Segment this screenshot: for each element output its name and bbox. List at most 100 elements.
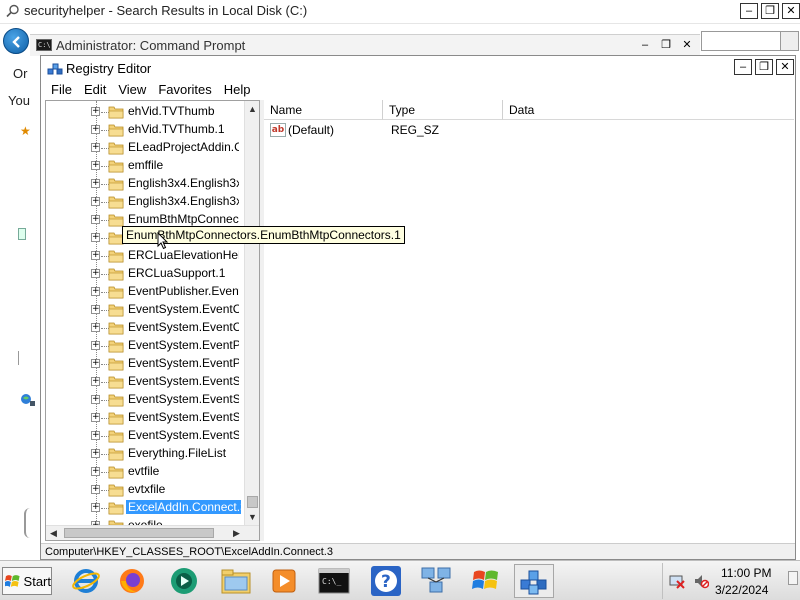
expand-plus-icon[interactable]: + bbox=[91, 413, 100, 422]
tree-item[interactable]: + emffile bbox=[46, 157, 241, 175]
menu-view[interactable]: View bbox=[112, 80, 152, 100]
document-icon bbox=[18, 228, 26, 240]
menu-file[interactable]: File bbox=[45, 80, 78, 100]
tree-item[interactable]: + EventSystem.EventPu bbox=[46, 355, 241, 373]
registry-values-list[interactable]: Name Type Data ab (Default) REG_SZ bbox=[264, 100, 794, 541]
expand-plus-icon[interactable]: + bbox=[91, 215, 100, 224]
menu-favorites[interactable]: Favorites bbox=[152, 80, 217, 100]
network-disconnected-icon[interactable] bbox=[669, 573, 685, 589]
tree-item[interactable]: + EventSystem.EventSu bbox=[46, 373, 241, 391]
maximize-button[interactable]: ❐ bbox=[761, 3, 779, 19]
expand-plus-icon[interactable]: + bbox=[91, 503, 100, 512]
taskbar-help-button[interactable]: ? bbox=[366, 564, 406, 598]
column-header-name[interactable]: Name bbox=[264, 100, 383, 120]
minimize-button[interactable]: – bbox=[740, 3, 758, 19]
scroll-up-arrow-icon[interactable]: ▲ bbox=[245, 101, 259, 117]
menu-help[interactable]: Help bbox=[218, 80, 257, 100]
tree-item[interactable]: + ExcelAddIn.Connect.3 bbox=[46, 499, 241, 517]
registry-key-tree[interactable]: + ehVid.TVThumb + ehVid.TVThumb.1 + ELeadProj… bbox=[45, 100, 260, 541]
expand-plus-icon[interactable]: + bbox=[91, 269, 100, 278]
volume-muted-icon[interactable] bbox=[693, 573, 709, 589]
tree-item[interactable]: + ehVid.TVThumb bbox=[46, 103, 241, 121]
folder-icon bbox=[108, 304, 124, 317]
taskbar-media-player-button[interactable] bbox=[264, 564, 304, 598]
explorer-search-input[interactable] bbox=[701, 31, 781, 51]
back-arrow-icon bbox=[12, 36, 20, 48]
tree-item[interactable]: + English3x4.English3x4 bbox=[46, 175, 241, 193]
taskbar-windows-button[interactable] bbox=[466, 564, 506, 598]
string-value-icon: ab bbox=[270, 123, 286, 137]
taskbar-command-prompt-button[interactable]: C:\_ bbox=[314, 564, 354, 598]
column-header-data[interactable]: Data bbox=[503, 100, 794, 120]
tree-horizontal-scrollbar[interactable]: ◀ ▶ bbox=[46, 525, 259, 540]
tree-item[interactable]: + ELeadProjectAddin.Co bbox=[46, 139, 241, 157]
expand-plus-icon[interactable]: + bbox=[91, 377, 100, 386]
regedit-maximize-button[interactable]: ❐ bbox=[755, 59, 773, 75]
expand-plus-icon[interactable]: + bbox=[91, 467, 100, 476]
expand-plus-icon[interactable]: + bbox=[91, 287, 100, 296]
tree-item-label: evtfile bbox=[128, 464, 160, 478]
taskbar-internet-explorer-button[interactable] bbox=[66, 564, 106, 598]
explorer-title-bar[interactable]: securityhelper - Search Results in Local… bbox=[0, 0, 800, 24]
expand-plus-icon[interactable]: + bbox=[91, 107, 100, 116]
scroll-thumb[interactable] bbox=[247, 496, 258, 508]
expand-plus-icon[interactable]: + bbox=[91, 125, 100, 134]
clock-time[interactable]: 11:00 PM bbox=[721, 566, 771, 580]
expand-plus-icon[interactable]: + bbox=[91, 233, 100, 242]
value-row[interactable]: ab (Default) REG_SZ bbox=[264, 121, 794, 139]
expand-plus-icon[interactable]: + bbox=[91, 161, 100, 170]
tree-item[interactable]: + EventSystem.EventSys bbox=[46, 409, 241, 427]
expand-plus-icon[interactable]: + bbox=[91, 395, 100, 404]
cmd-close-button[interactable]: ✕ bbox=[678, 37, 696, 53]
column-header-type[interactable]: Type bbox=[383, 100, 503, 120]
cmd-title-bar[interactable]: C:\ Administrator: Command Prompt – ❐ ✕ bbox=[30, 34, 700, 56]
clock-date[interactable]: 3/22/2024 bbox=[715, 583, 768, 597]
taskbar-firefox-button[interactable] bbox=[112, 564, 152, 598]
close-button[interactable]: ✕ bbox=[782, 3, 800, 19]
regedit-minimize-button[interactable]: – bbox=[734, 59, 752, 75]
tree-item[interactable]: + evtfile bbox=[46, 463, 241, 481]
regedit-title-bar[interactable]: Registry Editor – ❐ ✕ bbox=[41, 56, 795, 80]
expand-plus-icon[interactable]: + bbox=[91, 485, 100, 494]
expand-plus-icon[interactable]: + bbox=[91, 179, 100, 188]
tree-item[interactable]: + English3x4.English3x4 bbox=[46, 193, 241, 211]
regedit-close-button[interactable]: ✕ bbox=[776, 59, 794, 75]
expand-plus-icon[interactable]: + bbox=[91, 143, 100, 152]
folder-icon bbox=[108, 484, 124, 497]
tree-item[interactable]: + ehVid.TVThumb.1 bbox=[46, 121, 241, 139]
cmd-maximize-button[interactable]: ❐ bbox=[657, 37, 675, 53]
tree-item[interactable]: + EventSystem.EventSys bbox=[46, 427, 241, 445]
tree-item[interactable]: + EventSystem.EventSu bbox=[46, 391, 241, 409]
show-desktop-button[interactable] bbox=[788, 571, 798, 585]
tree-item[interactable]: + EventPublisher.EventP bbox=[46, 283, 241, 301]
expand-plus-icon[interactable]: + bbox=[91, 305, 100, 314]
tree-item[interactable]: + EventSystem.EventCla bbox=[46, 319, 241, 337]
expand-plus-icon[interactable]: + bbox=[91, 251, 100, 260]
tree-item[interactable]: + Everything.FileList bbox=[46, 445, 241, 463]
cmd-minimize-button[interactable]: – bbox=[636, 37, 654, 53]
expand-plus-icon[interactable]: + bbox=[91, 197, 100, 206]
tree-item[interactable]: + ERCLuaSupport.1 bbox=[46, 265, 241, 283]
back-button[interactable] bbox=[3, 28, 29, 54]
scroll-right-arrow-icon[interactable]: ▶ bbox=[229, 526, 244, 540]
search-go-button[interactable] bbox=[781, 31, 799, 51]
tree-item[interactable]: + evtxfile bbox=[46, 481, 241, 499]
tree-item[interactable]: + EventSystem.EventPu bbox=[46, 337, 241, 355]
expand-plus-icon[interactable]: + bbox=[91, 323, 100, 332]
hscroll-thumb[interactable] bbox=[64, 528, 214, 538]
tree-item[interactable]: + ERCLuaElevationHelp bbox=[46, 247, 241, 265]
expand-plus-icon[interactable]: + bbox=[91, 341, 100, 350]
taskbar-registry-editor-button[interactable] bbox=[514, 564, 554, 598]
taskbar-media-center-button[interactable] bbox=[164, 564, 204, 598]
tree-item[interactable]: + EventSystem.EventCla bbox=[46, 301, 241, 319]
expand-plus-icon[interactable]: + bbox=[91, 431, 100, 440]
taskbar-network-button[interactable] bbox=[416, 564, 456, 598]
taskbar-explorer-button[interactable] bbox=[216, 564, 256, 598]
tree-vertical-scrollbar[interactable]: ▲ ▼ bbox=[244, 101, 259, 525]
expand-plus-icon[interactable]: + bbox=[91, 359, 100, 368]
menu-edit[interactable]: Edit bbox=[78, 80, 112, 100]
expand-plus-icon[interactable]: + bbox=[91, 449, 100, 458]
scroll-left-arrow-icon[interactable]: ◀ bbox=[46, 526, 61, 540]
scroll-down-arrow-icon[interactable]: ▼ bbox=[245, 509, 259, 525]
start-button[interactable]: Start bbox=[2, 567, 52, 595]
